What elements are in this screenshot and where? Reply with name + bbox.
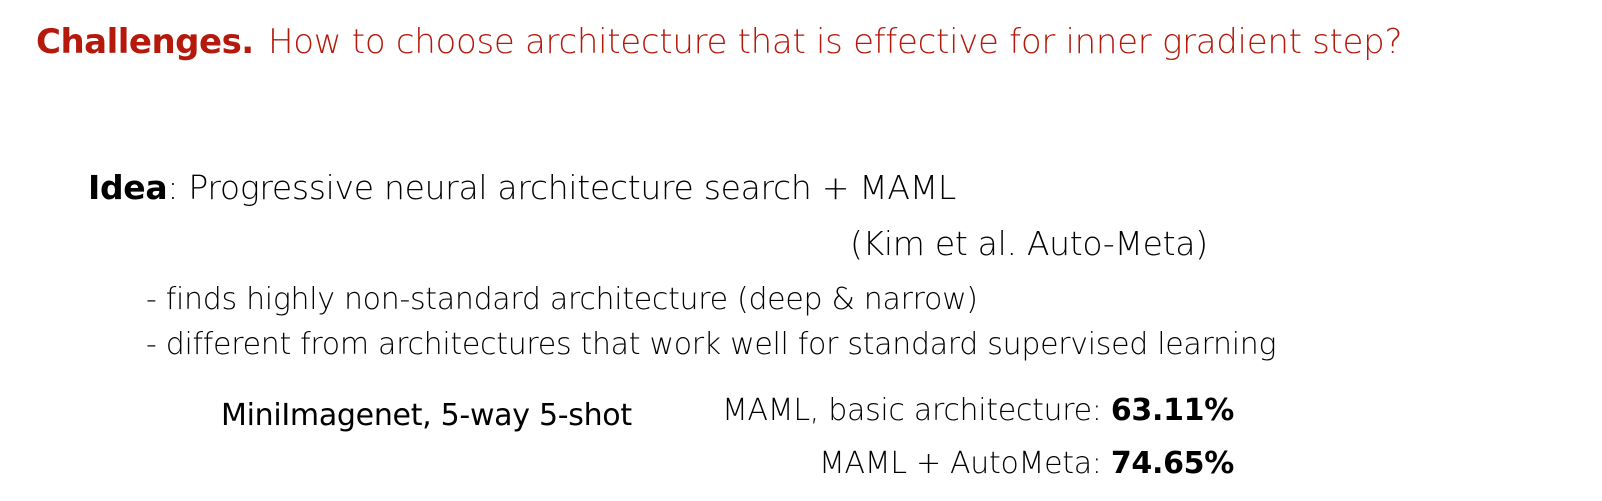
citation: (Kim et al. Auto-Meta) [850, 224, 1208, 263]
idea-line: Idea: Progressive neural architecture se… [88, 168, 956, 207]
result-value: 63.11% [1110, 393, 1234, 428]
result-label: MAML + AutoMeta: [818, 446, 1111, 481]
result-row-maml-basic: MAML, basic architecture: 63.11% [722, 393, 1234, 428]
idea-label: Idea [88, 168, 168, 207]
idea-text: Progressive neural architecture search +… [188, 168, 956, 207]
bullet-item: - different from architectures that work… [146, 327, 1277, 362]
result-label: MAML, basic architecture: [721, 393, 1111, 428]
result-row-maml-autometa: MAML + AutoMeta: 74.65% [819, 446, 1234, 481]
challenges-question: How to choose architecture that is effec… [268, 22, 1403, 62]
challenges-label: Challenges. [36, 22, 254, 62]
dataset-label: MiniImagenet, 5-way 5-shot [221, 398, 632, 433]
result-value: 74.65% [1110, 446, 1234, 481]
bullet-item: - finds highly non-standard architecture… [146, 282, 978, 317]
idea-separator: : [167, 168, 189, 207]
